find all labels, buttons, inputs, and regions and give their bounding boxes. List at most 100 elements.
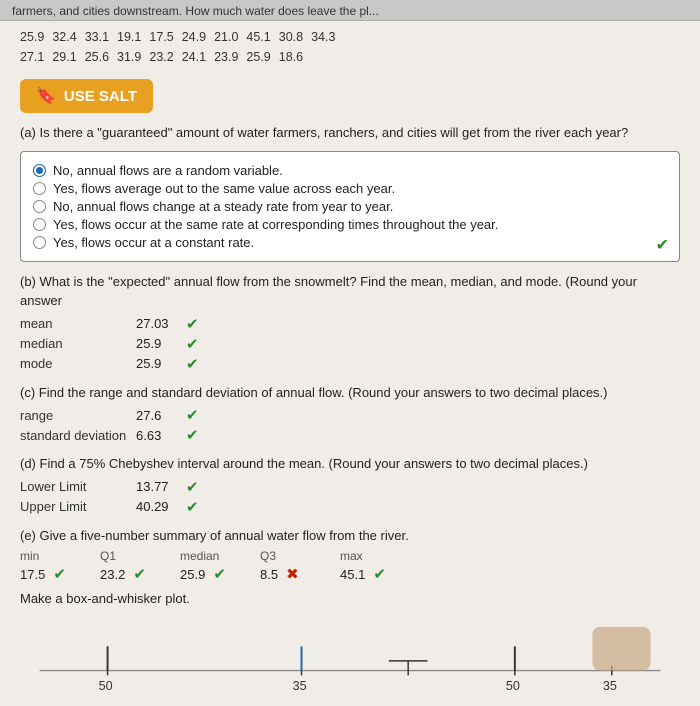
number-cell: 25.6 (85, 47, 117, 67)
radio-label-1: Yes, flows average out to the same value… (53, 181, 395, 196)
part-b-question: (b) What is the "expected" annual flow f… (20, 272, 680, 311)
part-e-question: (e) Give a five-number summary of annual… (20, 526, 680, 546)
answer-row: mode25.9✔ (20, 355, 680, 373)
number-cell: 21.0 (214, 27, 246, 47)
field-value: 25.9 (136, 336, 176, 351)
svg-text:50: 50 (506, 679, 520, 693)
five-num-val-row-3: 8.5 ✖ (260, 565, 299, 583)
main-content: (a) Is there a "guaranteed" amount of wa… (0, 123, 700, 706)
five-num-header-2: median (180, 549, 219, 563)
radio-label-3: Yes, flows occur at the same rate at cor… (53, 217, 498, 232)
page: farmers, and cities downstream. How much… (0, 0, 700, 706)
make-plot-label: Make a box-and-whisker plot. (20, 591, 680, 606)
five-num-value-0: 17.5 (20, 567, 45, 582)
five-num-header-0: min (20, 549, 39, 563)
radio-circle-1 (33, 182, 46, 195)
five-num-cell-2: median 25.9 ✔ (180, 549, 260, 583)
svg-text:35: 35 (603, 679, 617, 693)
five-num-val-row-4: 45.1 ✔ (340, 565, 386, 583)
five-num-cell-4: max 45.1 ✔ (340, 549, 420, 583)
five-num-val-row-2: 25.9 ✔ (180, 565, 226, 583)
number-cell: 29.1 (52, 47, 84, 67)
five-num-val-row-0: 17.5 ✔ (20, 565, 66, 583)
radio-label-0: No, annual flows are a random variable. (53, 163, 283, 178)
radio-option-0[interactable]: No, annual flows are a random variable. (33, 163, 667, 178)
field-value: 13.77 (136, 479, 176, 494)
field-value: 27.6 (136, 408, 176, 423)
radio-circle-2 (33, 200, 46, 213)
part-a-correct-check: ✔ (656, 235, 669, 255)
number-cell: 27.1 (20, 47, 52, 67)
part-b-fields: mean27.03✔median25.9✔mode25.9✔ (20, 315, 680, 373)
field-label: Upper Limit (20, 499, 130, 514)
five-num-cell-3: Q3 8.5 ✖ (260, 549, 340, 583)
field-label: Lower Limit (20, 479, 130, 494)
field-value: 25.9 (136, 356, 176, 371)
number-cell: 23.2 (149, 47, 181, 67)
part-c-question: (c) Find the range and standard deviatio… (20, 383, 680, 403)
five-num-val-row-1: 23.2✔ (100, 565, 146, 583)
svg-text:50: 50 (99, 679, 113, 693)
number-cell: 24.9 (182, 27, 214, 47)
radio-circle-4 (33, 236, 46, 249)
correct-check: ✔ (186, 498, 199, 516)
use-salt-button[interactable]: 🔖 USE SALT (20, 79, 153, 113)
number-cell: 32.4 (52, 27, 84, 47)
part-a-answer-box: No, annual flows are a random variable. Y… (20, 151, 680, 262)
part-e-five-numbers: min 17.5 ✔ Q1 23.2✔ median 25.9 ✔ Q3 8.5 ✖ max 45.1 ✔ (20, 549, 680, 583)
box-plot-svg: 50 35 50 35 (30, 616, 670, 696)
number-cell: 24.1 (182, 47, 214, 67)
field-label: median (20, 336, 130, 351)
radio-option-2[interactable]: No, annual flows change at a steady rate… (33, 199, 667, 214)
svg-text:35: 35 (293, 679, 307, 693)
five-num-header-4: max (340, 549, 363, 563)
number-cell: 25.9 (246, 47, 278, 67)
five-num-value-2: 25.9 (180, 567, 205, 582)
field-label: mean (20, 316, 130, 331)
part-d-question: (d) Find a 75% Chebyshev interval around… (20, 454, 680, 474)
radio-option-1[interactable]: Yes, flows average out to the same value… (33, 181, 667, 196)
correct-check: ✔ (373, 565, 386, 583)
correct-check: ✔ (53, 565, 66, 583)
radio-option-4[interactable]: Yes, flows occur at a constant rate. (33, 235, 667, 250)
top-numbers: 25.932.433.119.117.524.921.045.130.834.3… (0, 21, 700, 71)
number-cell: 31.9 (117, 47, 149, 67)
radio-option-3[interactable]: Yes, flows occur at the same rate at cor… (33, 217, 667, 232)
radio-circle-3 (33, 218, 46, 231)
five-num-header-3: Q3 (260, 549, 276, 563)
answer-row: standard deviation6.63✔ (20, 426, 680, 444)
use-salt-label: USE SALT (64, 88, 137, 105)
answer-row: mean27.03✔ (20, 315, 680, 333)
answer-row: range27.6✔ (20, 406, 680, 424)
top-bar-text: farmers, and cities downstream. How much… (12, 4, 379, 18)
answer-row: Upper Limit40.29✔ (20, 498, 680, 516)
answer-row: Lower Limit 13.77 ✔ (20, 478, 680, 496)
radio-circle-0 (33, 164, 46, 177)
correct-check: ✔ (186, 315, 199, 333)
number-cell: 23.9 (214, 47, 246, 67)
five-num-cell-0: min 17.5 ✔ (20, 549, 100, 583)
top-bar: farmers, and cities downstream. How much… (0, 0, 700, 21)
number-cell: 33.1 (85, 27, 117, 47)
field-label: standard deviation (20, 428, 130, 443)
number-cell: 30.8 (279, 27, 311, 47)
number-cell: 18.6 (279, 47, 311, 67)
number-cell: 45.1 (246, 27, 278, 47)
five-num-value-1: 23.2 (100, 567, 125, 582)
part-a-question: (a) Is there a "guaranteed" amount of wa… (20, 123, 680, 143)
part-d-fields: Lower Limit13.77✔Upper Limit40.29✔ (20, 478, 680, 516)
salt-icon: 🔖 (36, 86, 56, 106)
correct-check: ✔ (186, 406, 199, 424)
five-num-header-1: Q1 (100, 549, 116, 563)
correct-check: ✔ (186, 478, 199, 496)
correct-check: ✔ (213, 565, 226, 583)
wrong-check: ✖ (286, 565, 299, 583)
five-num-value-3: 8.5 (260, 567, 278, 582)
box-plot-area: 50 35 50 35 (20, 616, 680, 696)
number-cell: 34.3 (311, 27, 343, 47)
number-cell: 19.1 (117, 27, 149, 47)
five-num-value-4: 45.1 (340, 567, 365, 582)
five-num-cell-1: Q1 23.2✔ (100, 549, 180, 583)
radio-label-4: Yes, flows occur at a constant rate. (53, 235, 254, 250)
field-label: mode (20, 356, 130, 371)
